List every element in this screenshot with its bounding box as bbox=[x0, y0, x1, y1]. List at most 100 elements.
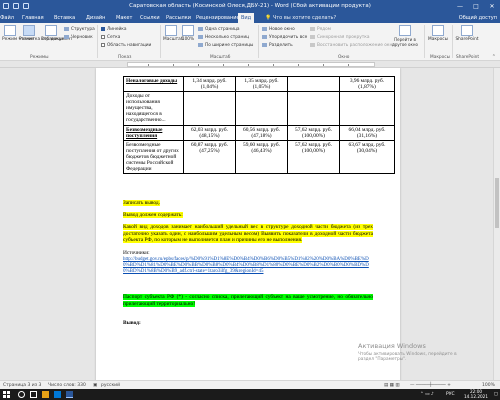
task-question-text: Какой вид доходов занимает наибольший уд… bbox=[123, 224, 373, 243]
print-layout-button[interactable]: Разметка страницы bbox=[19, 25, 64, 42]
document-area: Неналоговые доходы 1,34 млрд. руб.(1,04%… bbox=[0, 68, 493, 380]
windows-activation-watermark: Активация Windows Чтобы активировать Win… bbox=[358, 342, 457, 362]
table-cell: 60,56 млрд. руб.(47,18%) bbox=[235, 125, 288, 141]
keyboard-language[interactable]: РУС bbox=[446, 392, 455, 397]
group-divider bbox=[452, 25, 453, 58]
reset-window-button[interactable]: Восстановить расположение окна bbox=[310, 42, 395, 48]
sharepoint-button[interactable]: SharePoint bbox=[455, 25, 479, 42]
split-button[interactable]: Разделить bbox=[262, 42, 293, 48]
read-mode-icon bbox=[4, 25, 16, 36]
switch-windows-button[interactable]: Перейти в другое окно bbox=[392, 25, 418, 47]
document-page[interactable]: Неналоговые доходы 1,34 млрд. руб.(1,04%… bbox=[96, 68, 400, 380]
table-cell: 57,62 млрд. руб.(100,00%) bbox=[287, 140, 340, 174]
ruler-checkbox[interactable]: Линейка bbox=[101, 26, 127, 32]
draft-button[interactable]: Черновик bbox=[64, 34, 93, 40]
table-cell: 1,35 млрд. руб.(1,05%) bbox=[235, 76, 288, 92]
zoom-level[interactable]: 100% bbox=[482, 383, 495, 388]
source-link[interactable]: http://budget.gov.ru/epbs/faces/p/%D0%91… bbox=[123, 257, 369, 274]
minimize-button[interactable]: — bbox=[452, 0, 468, 13]
view-buttons[interactable]: ▤ ▦ ▥ bbox=[384, 383, 400, 388]
horizontal-ruler[interactable] bbox=[0, 61, 500, 68]
tab-design[interactable]: Дизайн bbox=[86, 13, 105, 23]
table-row: Доходы от использования имущества, наход… bbox=[123, 91, 395, 126]
grid-label: Сетка bbox=[107, 34, 121, 40]
multiple-pages-icon bbox=[198, 35, 203, 39]
side-by-side-button[interactable]: Рядом bbox=[310, 26, 331, 32]
grid-checkbox[interactable]: Сетка bbox=[101, 34, 120, 40]
structure-button[interactable]: Структура bbox=[64, 26, 95, 32]
group-label-zoom: Масштаб bbox=[210, 55, 231, 60]
new-window-label: Новое окно bbox=[269, 26, 295, 32]
draft-icon bbox=[64, 35, 69, 39]
macros-icon bbox=[432, 25, 444, 36]
collapse-ribbon-icon[interactable]: ⌃ bbox=[492, 54, 496, 60]
tab-review[interactable]: Рецензирование bbox=[196, 13, 240, 23]
arrange-all-button[interactable]: Упорядочить все bbox=[262, 34, 307, 40]
ribbon-tabs: Файл Главная Вставка Дизайн Макет Ссылки… bbox=[0, 13, 500, 23]
group-divider bbox=[258, 25, 259, 58]
side-by-side-icon bbox=[310, 27, 315, 31]
new-window-button[interactable]: Новое окно bbox=[262, 26, 295, 32]
zoom-100-label: 100% bbox=[181, 37, 195, 42]
table-cell: Безвозмездные поступления от других бюдж… bbox=[123, 140, 184, 174]
tab-mailings[interactable]: Рассылки bbox=[166, 13, 191, 23]
share-button[interactable]: Общий доступ bbox=[459, 13, 497, 23]
one-page-button[interactable]: Одна страница bbox=[198, 26, 240, 32]
file-explorer-icon[interactable] bbox=[42, 391, 49, 398]
group-label-macros: Макросы bbox=[430, 55, 451, 60]
clock-date: 14.12.2021 bbox=[464, 394, 488, 399]
system-clock[interactable]: 22:00 14.12.2021 bbox=[464, 389, 488, 399]
draft-label: Черновик bbox=[71, 34, 93, 40]
tray-icons[interactable]: ⌃ ▭ ♪ bbox=[420, 392, 434, 397]
ruler-strip bbox=[127, 62, 375, 67]
tell-me-search[interactable]: 💡 Что вы хотите сделать? bbox=[265, 13, 336, 23]
tab-insert[interactable]: Вставка bbox=[54, 13, 75, 23]
tab-file[interactable]: Файл bbox=[0, 13, 14, 23]
nav-pane-checkbox[interactable]: Область навигации bbox=[101, 42, 151, 48]
table-cell bbox=[339, 91, 395, 126]
web-document-button[interactable]: Веб-документ bbox=[41, 25, 73, 42]
tab-layout[interactable]: Макет bbox=[116, 13, 132, 23]
new-window-icon bbox=[262, 27, 267, 31]
notifications-icon[interactable]: ▢ bbox=[494, 392, 498, 397]
page-width-button[interactable]: По ширине страницы bbox=[198, 42, 253, 48]
watermark-subtitle-line2: раздел "Параметры". bbox=[358, 357, 407, 362]
zoom-slider[interactable]: — ─────┼───── + bbox=[410, 383, 451, 388]
tab-references[interactable]: Ссылки bbox=[140, 13, 160, 23]
close-button[interactable]: ✕ bbox=[484, 0, 500, 13]
zoom-100-button[interactable]: 100% bbox=[181, 25, 195, 42]
sync-scroll-button[interactable]: Синхронная прокрутка bbox=[310, 34, 369, 40]
maximize-button[interactable]: □ bbox=[468, 0, 484, 13]
language-indicator[interactable]: русский bbox=[101, 383, 120, 388]
task-view-icon[interactable] bbox=[30, 391, 37, 398]
sharepoint-icon bbox=[461, 25, 473, 36]
table-cell: 1,34 млрд. руб.(1,04%) bbox=[183, 76, 236, 92]
structure-label: Структура bbox=[71, 26, 95, 32]
ribbon: Режим чтения Разметка страницы Веб-докум… bbox=[0, 23, 500, 61]
macros-button[interactable]: Макросы bbox=[428, 25, 448, 42]
one-page-label: Одна страница bbox=[205, 26, 240, 32]
tab-view[interactable]: Вид bbox=[238, 13, 255, 23]
table-cell: 3,96 млрд. руб.(1,87%) bbox=[339, 76, 395, 92]
tab-home[interactable]: Главная bbox=[22, 13, 44, 23]
group-label-show: Показ bbox=[118, 55, 132, 60]
ruler-label: Линейка bbox=[107, 26, 127, 32]
table-cell: 63,67 млрд. руб.(30,04%) bbox=[339, 140, 395, 174]
windows-start-icon[interactable] bbox=[3, 391, 10, 398]
group-label-window: Окно bbox=[338, 55, 350, 60]
split-icon bbox=[262, 43, 267, 47]
page-indicator[interactable]: Страница 3 из 3 bbox=[3, 383, 41, 388]
page-width-icon bbox=[198, 43, 203, 47]
word-icon[interactable] bbox=[66, 391, 73, 398]
vertical-scrollbar[interactable] bbox=[493, 68, 500, 380]
proofing-icon[interactable]: ▣ bbox=[93, 383, 97, 388]
edge-icon[interactable] bbox=[54, 391, 61, 398]
scrollbar-thumb[interactable] bbox=[495, 178, 499, 228]
read-mode-button[interactable]: Режим чтения bbox=[2, 25, 34, 42]
zoom-button[interactable]: Масштаб bbox=[163, 25, 183, 42]
watermark-title: Активация Windows bbox=[358, 342, 426, 350]
word-count[interactable]: Число слов: 330 bbox=[48, 383, 86, 388]
split-label: Разделить bbox=[269, 42, 293, 48]
multiple-pages-button[interactable]: Несколько страниц bbox=[198, 34, 249, 40]
search-icon[interactable] bbox=[18, 391, 25, 398]
